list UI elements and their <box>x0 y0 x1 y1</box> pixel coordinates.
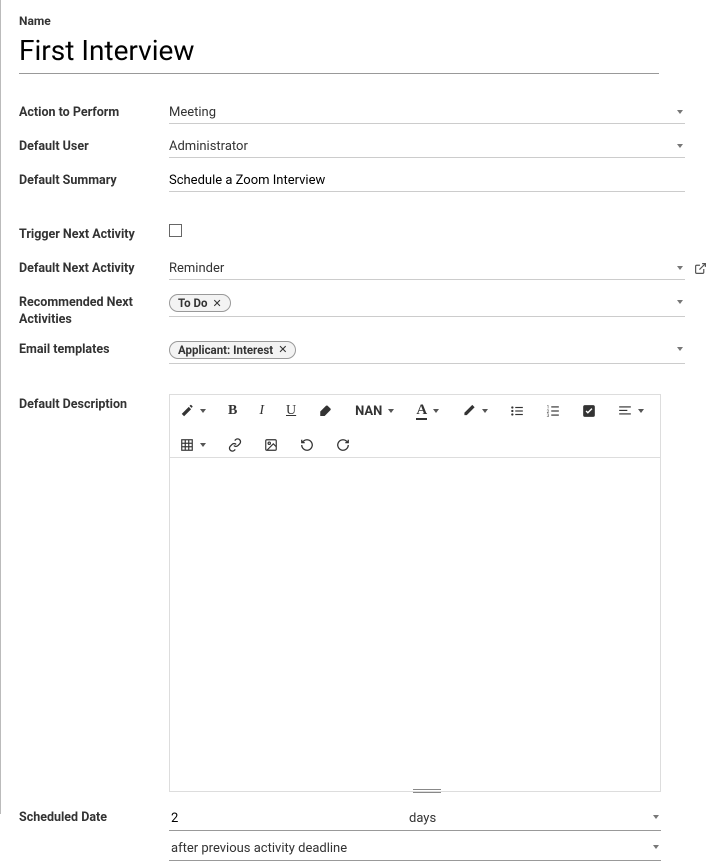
scheduled-unit-value: days <box>409 811 436 826</box>
default-user-select[interactable]: Administrator <box>169 136 685 158</box>
action-select[interactable]: Meeting <box>169 102 685 124</box>
scheduled-unit-select[interactable]: days <box>407 807 661 831</box>
external-link-icon[interactable] <box>694 262 707 275</box>
chevron-down-icon <box>677 144 683 148</box>
email-templates-label: Email templates <box>19 339 169 359</box>
font-color-button[interactable]: A <box>416 403 439 420</box>
eraser-button[interactable] <box>318 404 333 418</box>
default-user-label: Default User <box>19 136 169 156</box>
name-label: Name <box>19 14 685 28</box>
name-input[interactable] <box>19 32 659 74</box>
font-label: NAN <box>355 404 382 419</box>
chevron-down-icon <box>388 409 394 413</box>
default-next-label: Default Next Activity <box>19 258 169 278</box>
email-templates-field[interactable]: Applicant: Interest ✕ <box>169 339 685 364</box>
magic-wand-button[interactable] <box>180 404 206 418</box>
action-value: Meeting <box>169 105 216 120</box>
table-button[interactable] <box>180 438 206 452</box>
undo-button[interactable] <box>300 438 314 452</box>
chevron-down-icon <box>200 409 206 413</box>
recommended-field[interactable]: To Do ✕ <box>169 292 685 317</box>
action-label: Action to Perform <box>19 102 169 122</box>
scheduled-relation-select[interactable]: after previous activity deadline <box>169 837 661 861</box>
scheduled-count-input[interactable] <box>169 807 407 831</box>
checklist-button[interactable] <box>582 404 596 418</box>
tag-label: To Do <box>178 296 207 310</box>
ordered-list-button[interactable]: 123 <box>546 404 560 418</box>
italic-button[interactable]: I <box>259 403 264 419</box>
scheduled-date-label: Scheduled Date <box>19 807 169 827</box>
chevron-down-icon <box>482 409 488 413</box>
chevron-down-icon <box>677 266 683 270</box>
recommended-label: Recommended Next Activities <box>19 292 169 329</box>
default-next-select[interactable]: Reminder <box>169 258 685 280</box>
default-user-value: Administrator <box>169 139 248 154</box>
align-button[interactable] <box>618 404 644 418</box>
chevron-down-icon <box>638 409 644 413</box>
font-family-button[interactable]: NAN <box>355 404 394 419</box>
trigger-next-checkbox[interactable] <box>169 224 182 237</box>
chevron-down-icon <box>433 409 439 413</box>
underline-button[interactable]: U <box>286 403 296 419</box>
default-summary-label: Default Summary <box>19 170 169 190</box>
chevron-down-icon <box>677 347 683 351</box>
svg-text:3: 3 <box>547 413 550 418</box>
bold-button[interactable]: B <box>228 403 237 419</box>
tag-remove-icon[interactable]: ✕ <box>212 297 221 310</box>
editor-content[interactable] <box>170 458 660 791</box>
recommended-tag: To Do ✕ <box>169 294 231 312</box>
default-next-value: Reminder <box>169 261 224 276</box>
tag-remove-icon[interactable]: ✕ <box>278 343 287 356</box>
email-template-tag: Applicant: Interest ✕ <box>169 341 296 359</box>
highlight-button[interactable] <box>461 404 488 418</box>
chevron-down-icon <box>200 443 206 447</box>
trigger-next-label: Trigger Next Activity <box>19 224 169 244</box>
editor-toolbar: B I U NAN A <box>170 395 660 458</box>
chevron-down-icon <box>653 815 659 819</box>
scheduled-relation-value: after previous activity deadline <box>171 841 347 856</box>
default-summary-input[interactable] <box>169 170 685 192</box>
tag-label: Applicant: Interest <box>178 343 273 357</box>
image-button[interactable] <box>264 438 278 452</box>
rich-text-editor: B I U NAN A <box>169 394 661 792</box>
link-button[interactable] <box>228 438 242 452</box>
default-description-label: Default Description <box>19 394 169 414</box>
chevron-down-icon <box>653 845 659 849</box>
unordered-list-button[interactable] <box>510 404 524 418</box>
chevron-down-icon <box>677 300 683 304</box>
redo-button[interactable] <box>336 438 350 452</box>
chevron-down-icon <box>677 110 683 114</box>
